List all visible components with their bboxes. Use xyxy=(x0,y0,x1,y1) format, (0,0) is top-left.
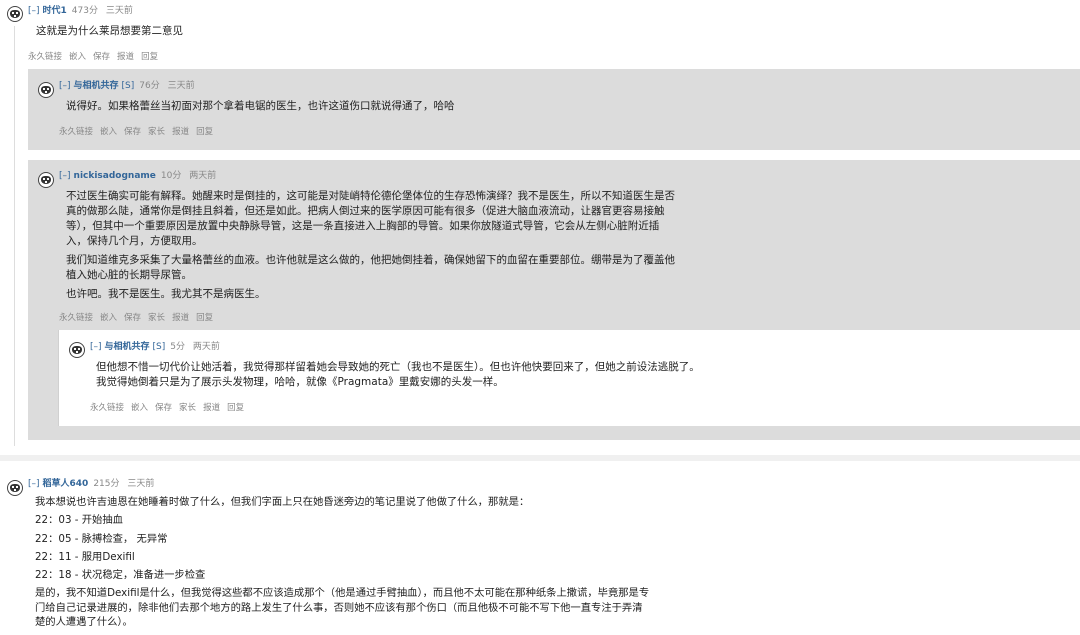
thread-divider xyxy=(0,455,1080,461)
submitter-flair[interactable]: [S] xyxy=(153,342,166,352)
comment-paragraph: 我本想说也许吉迪恩在她睡着时做了什么，但我们字面上只在她昏迷旁边的笔记里说了他做… xyxy=(35,496,530,508)
comment-body: 但他想不惜一切代价让她活着，我觉得那样留着她会导致她的死亡（我也不是医生）。但也… xyxy=(96,360,708,394)
timestamp: 两天前 xyxy=(189,171,217,181)
thread-line xyxy=(14,26,15,446)
comment-paragraph: 22：18 - 状况稳定，准备进一步检查 xyxy=(35,569,206,582)
parent-button[interactable]: 家长 xyxy=(148,313,165,323)
comment-body: 不过医生确实可能有解释。她醒来时是倒挂的，这可能是对陡峭特伦德伦堡体位的生存恐怖… xyxy=(66,189,680,306)
comment-paragraph: 说得好。如果格蕾丝当初面对那个拿着电锯的医生，也许这道伤口就说得通了，哈哈 xyxy=(66,100,455,112)
avatar[interactable] xyxy=(7,480,23,496)
collapse-toggle[interactable]: [–] xyxy=(90,342,102,352)
comment-paragraph: 22：05 - 脉搏检查， 无异常 xyxy=(35,532,168,545)
permalink-button[interactable]: 永久链接 xyxy=(59,127,93,137)
avatar[interactable] xyxy=(69,342,85,358)
comment-body: 我本想说也许吉迪恩在她睡着时做了什么，但我们字面上只在她昏迷旁边的笔记里说了他做… xyxy=(35,495,650,633)
collapse-toggle[interactable]: [–] xyxy=(59,81,71,91)
comment-tagline: [–] 时代1 473分 三天前 xyxy=(28,3,133,16)
comment-tagline: [–] 与相机共存 [S] 76分 三天前 xyxy=(59,78,195,91)
comment-paragraph: 但他想不惜一切代价让她活着，我觉得那样留着她会导致她的死亡（我也不是医生）。但也… xyxy=(96,361,700,388)
comment-paragraph: 22：11 - 服用Dexifil xyxy=(35,550,135,563)
collapse-toggle[interactable]: [–] xyxy=(59,171,71,181)
comment-paragraph: 是的，我不知道Dexifil是什么，但我觉得这些都不应该造成那个（他是通过手臂抽… xyxy=(35,587,650,629)
reply-button[interactable]: 回复 xyxy=(141,52,158,62)
embed-button[interactable]: 嵌入 xyxy=(100,313,117,323)
author-link[interactable]: 时代1 xyxy=(43,6,67,16)
author-link[interactable]: 与相机共存 xyxy=(74,81,119,91)
comment-tagline: [–] 与相机共存 [S] 5分 两天前 xyxy=(90,339,220,352)
report-button[interactable]: 报道 xyxy=(203,403,220,413)
comment-paragraph: 不过医生确实可能有解释。她醒来时是倒挂的，这可能是对陡峭特伦德伦堡体位的生存恐怖… xyxy=(66,190,675,247)
score: 215分 xyxy=(93,479,120,489)
comment-paragraph: 也许吧。我不是医生。我尤其不是病医生。 xyxy=(66,288,266,300)
comment-paragraph: 22：03 - 开始抽血 xyxy=(35,514,123,527)
score: 10分 xyxy=(160,171,182,181)
permalink-button[interactable]: 永久链接 xyxy=(59,313,93,323)
score: 76分 xyxy=(139,81,160,91)
comment-tagline: [–] nickisadogname 10分 两天前 xyxy=(59,168,216,181)
comment-body: 说得好。如果格蕾丝当初面对那个拿着电锯的医生，也许这道伤口就说得通了，哈哈 xyxy=(66,99,766,118)
parent-button[interactable]: 家长 xyxy=(179,403,196,413)
permalink-button[interactable]: 永久链接 xyxy=(28,52,62,62)
avatar[interactable] xyxy=(38,82,54,98)
reply-button[interactable]: 回复 xyxy=(196,127,213,137)
timestamp: 三天前 xyxy=(167,81,195,91)
author-link[interactable]: 与相机共存 xyxy=(105,342,150,352)
report-button[interactable]: 报道 xyxy=(172,127,189,137)
comment-paragraph: 这就是为什么莱昂想要第二意见 xyxy=(36,25,183,37)
timestamp: 三天前 xyxy=(127,479,155,489)
save-button[interactable]: 保存 xyxy=(93,52,110,62)
score: 473分 xyxy=(71,6,98,16)
comment-buttons: 永久链接 嵌入 保存 报道 回复 xyxy=(28,50,165,62)
collapse-toggle[interactable]: [–] xyxy=(28,6,40,16)
parent-button[interactable]: 家长 xyxy=(148,127,165,137)
comment-buttons: 永久链接 嵌入 保存 家长 报道 回复 xyxy=(59,125,220,137)
embed-button[interactable]: 嵌入 xyxy=(100,127,117,137)
embed-button[interactable]: 嵌入 xyxy=(69,52,86,62)
timestamp: 三天前 xyxy=(105,6,133,16)
comment-buttons: 永久链接 嵌入 保存 家长 报道 回复 xyxy=(90,401,251,413)
report-button[interactable]: 报道 xyxy=(117,52,134,62)
comment-tagline: [–] 稻草人640 215分 三天前 xyxy=(28,476,154,489)
comment-paragraph: 我们知道维克多采集了大量格蕾丝的血液。也许他就是这么做的，他把她倒挂着，确保她留… xyxy=(66,254,675,281)
save-button[interactable]: 保存 xyxy=(124,127,141,137)
save-button[interactable]: 保存 xyxy=(155,403,172,413)
comment-body: 这就是为什么莱昂想要第二意见 xyxy=(36,24,736,43)
reply-button[interactable]: 回复 xyxy=(196,313,213,323)
collapse-toggle[interactable]: [–] xyxy=(28,479,40,489)
author-link[interactable]: nickisadogname xyxy=(74,171,156,181)
reply-button[interactable]: 回复 xyxy=(227,403,244,413)
comment-buttons: 永久链接 嵌入 保存 家长 报道 回复 xyxy=(59,311,220,323)
report-button[interactable]: 报道 xyxy=(172,313,189,323)
avatar[interactable] xyxy=(7,6,23,22)
author-link[interactable]: 稻草人640 xyxy=(43,479,89,489)
save-button[interactable]: 保存 xyxy=(124,313,141,323)
timestamp: 两天前 xyxy=(192,342,220,352)
avatar[interactable] xyxy=(38,172,54,188)
score: 5分 xyxy=(170,342,186,352)
submitter-flair[interactable]: [S] xyxy=(122,81,135,91)
embed-button[interactable]: 嵌入 xyxy=(131,403,148,413)
permalink-button[interactable]: 永久链接 xyxy=(90,403,124,413)
